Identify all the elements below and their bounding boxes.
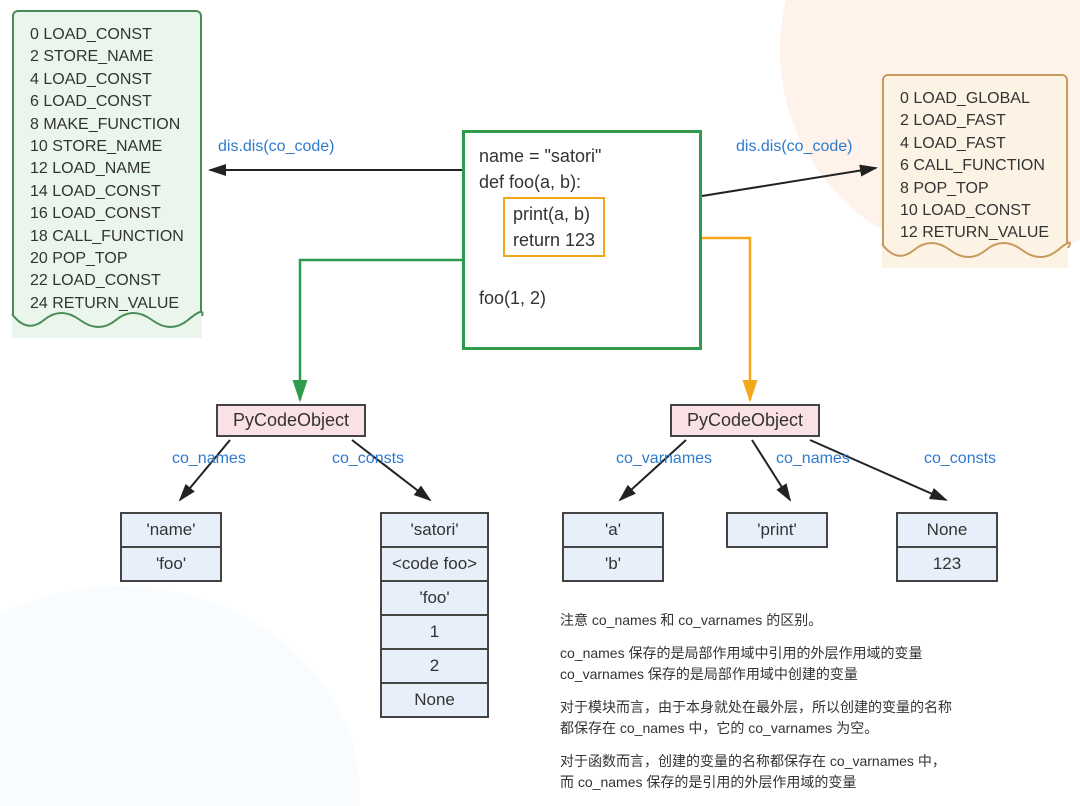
source-code-box: name = "satori" def foo(a, b): print(a, … bbox=[462, 130, 702, 350]
label-left-co-consts: co_consts bbox=[332, 450, 404, 468]
note-1: 注意 co_names 和 co_varnames 的区别。 bbox=[560, 610, 1060, 631]
table-cell: None bbox=[897, 513, 997, 547]
label-right-co-varnames: co_varnames bbox=[616, 450, 712, 468]
dis-line: 4 LOAD_FAST bbox=[900, 133, 1050, 155]
dis-line: 18 CALL_FUNCTION bbox=[30, 226, 184, 248]
dis-line: 22 LOAD_CONST bbox=[30, 270, 184, 292]
dis-line: 12 LOAD_NAME bbox=[30, 158, 184, 180]
note-2: co_names 保存的是局部作用域中引用的外层作用域的变量 co_varnam… bbox=[560, 643, 1060, 685]
dis-line: 10 STORE_NAME bbox=[30, 136, 184, 158]
dis-line: 6 LOAD_CONST bbox=[30, 91, 184, 113]
pycodeobject-foo: PyCodeObject bbox=[670, 404, 820, 437]
bg-blob-bottom-left bbox=[0, 586, 360, 806]
note-3: 对于模块而言，由于本身就处在最外层，所以创建的变量的名称 都保存在 co_nam… bbox=[560, 697, 1060, 739]
foo-body-box: print(a, b) return 123 bbox=[503, 197, 605, 257]
pycodeobject-module: PyCodeObject bbox=[216, 404, 366, 437]
table-cell: None bbox=[381, 683, 488, 717]
src-inner-2: return 123 bbox=[513, 227, 595, 253]
src-line-5: foo(1, 2) bbox=[479, 285, 685, 311]
table-right-co-varnames: 'a''b' bbox=[562, 512, 664, 582]
table-cell: 2 bbox=[381, 649, 488, 683]
table-cell: 'a' bbox=[563, 513, 663, 547]
table-cell: 'b' bbox=[563, 547, 663, 581]
dis-line: 8 MAKE_FUNCTION bbox=[30, 114, 184, 136]
wavy-edge-icon bbox=[12, 312, 202, 338]
dis-label-left: dis.dis(co_code) bbox=[218, 138, 335, 156]
dis-label-right: dis.dis(co_code) bbox=[736, 138, 853, 156]
table-cell: 'print' bbox=[727, 513, 827, 547]
note-4: 对于函数而言，创建的变量的名称都保存在 co_varnames 中， 而 co_… bbox=[560, 751, 1060, 793]
dis-line: 20 POP_TOP bbox=[30, 248, 184, 270]
dis-box-module: 0 LOAD_CONST2 STORE_NAME4 LOAD_CONST6 LO… bbox=[12, 10, 202, 337]
table-cell: 'foo' bbox=[121, 547, 221, 581]
dis-line: 0 LOAD_GLOBAL bbox=[900, 88, 1050, 110]
dis-line: 16 LOAD_CONST bbox=[30, 203, 184, 225]
table-cell: 'foo' bbox=[381, 581, 488, 615]
dis-line: 8 POP_TOP bbox=[900, 178, 1050, 200]
table-cell: 'name' bbox=[121, 513, 221, 547]
wavy-edge-icon bbox=[882, 242, 1068, 268]
dis-line: 4 LOAD_CONST bbox=[30, 69, 184, 91]
label-left-co-names: co_names bbox=[172, 450, 246, 468]
dis-line: 10 LOAD_CONST bbox=[900, 200, 1050, 222]
table-right-co-consts: None123 bbox=[896, 512, 998, 582]
table-left-co-consts: 'satori'<code foo>'foo'12None bbox=[380, 512, 489, 718]
label-right-co-names: co_names bbox=[776, 450, 850, 468]
src-inner-1: print(a, b) bbox=[513, 201, 595, 227]
table-cell: 1 bbox=[381, 615, 488, 649]
table-cell: <code foo> bbox=[381, 547, 488, 581]
dis-line: 0 LOAD_CONST bbox=[30, 24, 184, 46]
notes-block: 注意 co_names 和 co_varnames 的区别。 co_names … bbox=[560, 610, 1060, 805]
src-line-2: def foo(a, b): bbox=[479, 169, 685, 195]
dis-line: 2 STORE_NAME bbox=[30, 46, 184, 68]
dis-line: 6 CALL_FUNCTION bbox=[900, 155, 1050, 177]
dis-line: 14 LOAD_CONST bbox=[30, 181, 184, 203]
label-right-co-consts: co_consts bbox=[924, 450, 996, 468]
table-cell: 'satori' bbox=[381, 513, 488, 547]
table-left-co-names: 'name''foo' bbox=[120, 512, 222, 582]
dis-line: 2 LOAD_FAST bbox=[900, 110, 1050, 132]
dis-box-function: 0 LOAD_GLOBAL2 LOAD_FAST4 LOAD_FAST6 CAL… bbox=[882, 74, 1068, 267]
src-line-1: name = "satori" bbox=[479, 143, 685, 169]
table-right-co-names: 'print' bbox=[726, 512, 828, 548]
table-cell: 123 bbox=[897, 547, 997, 581]
